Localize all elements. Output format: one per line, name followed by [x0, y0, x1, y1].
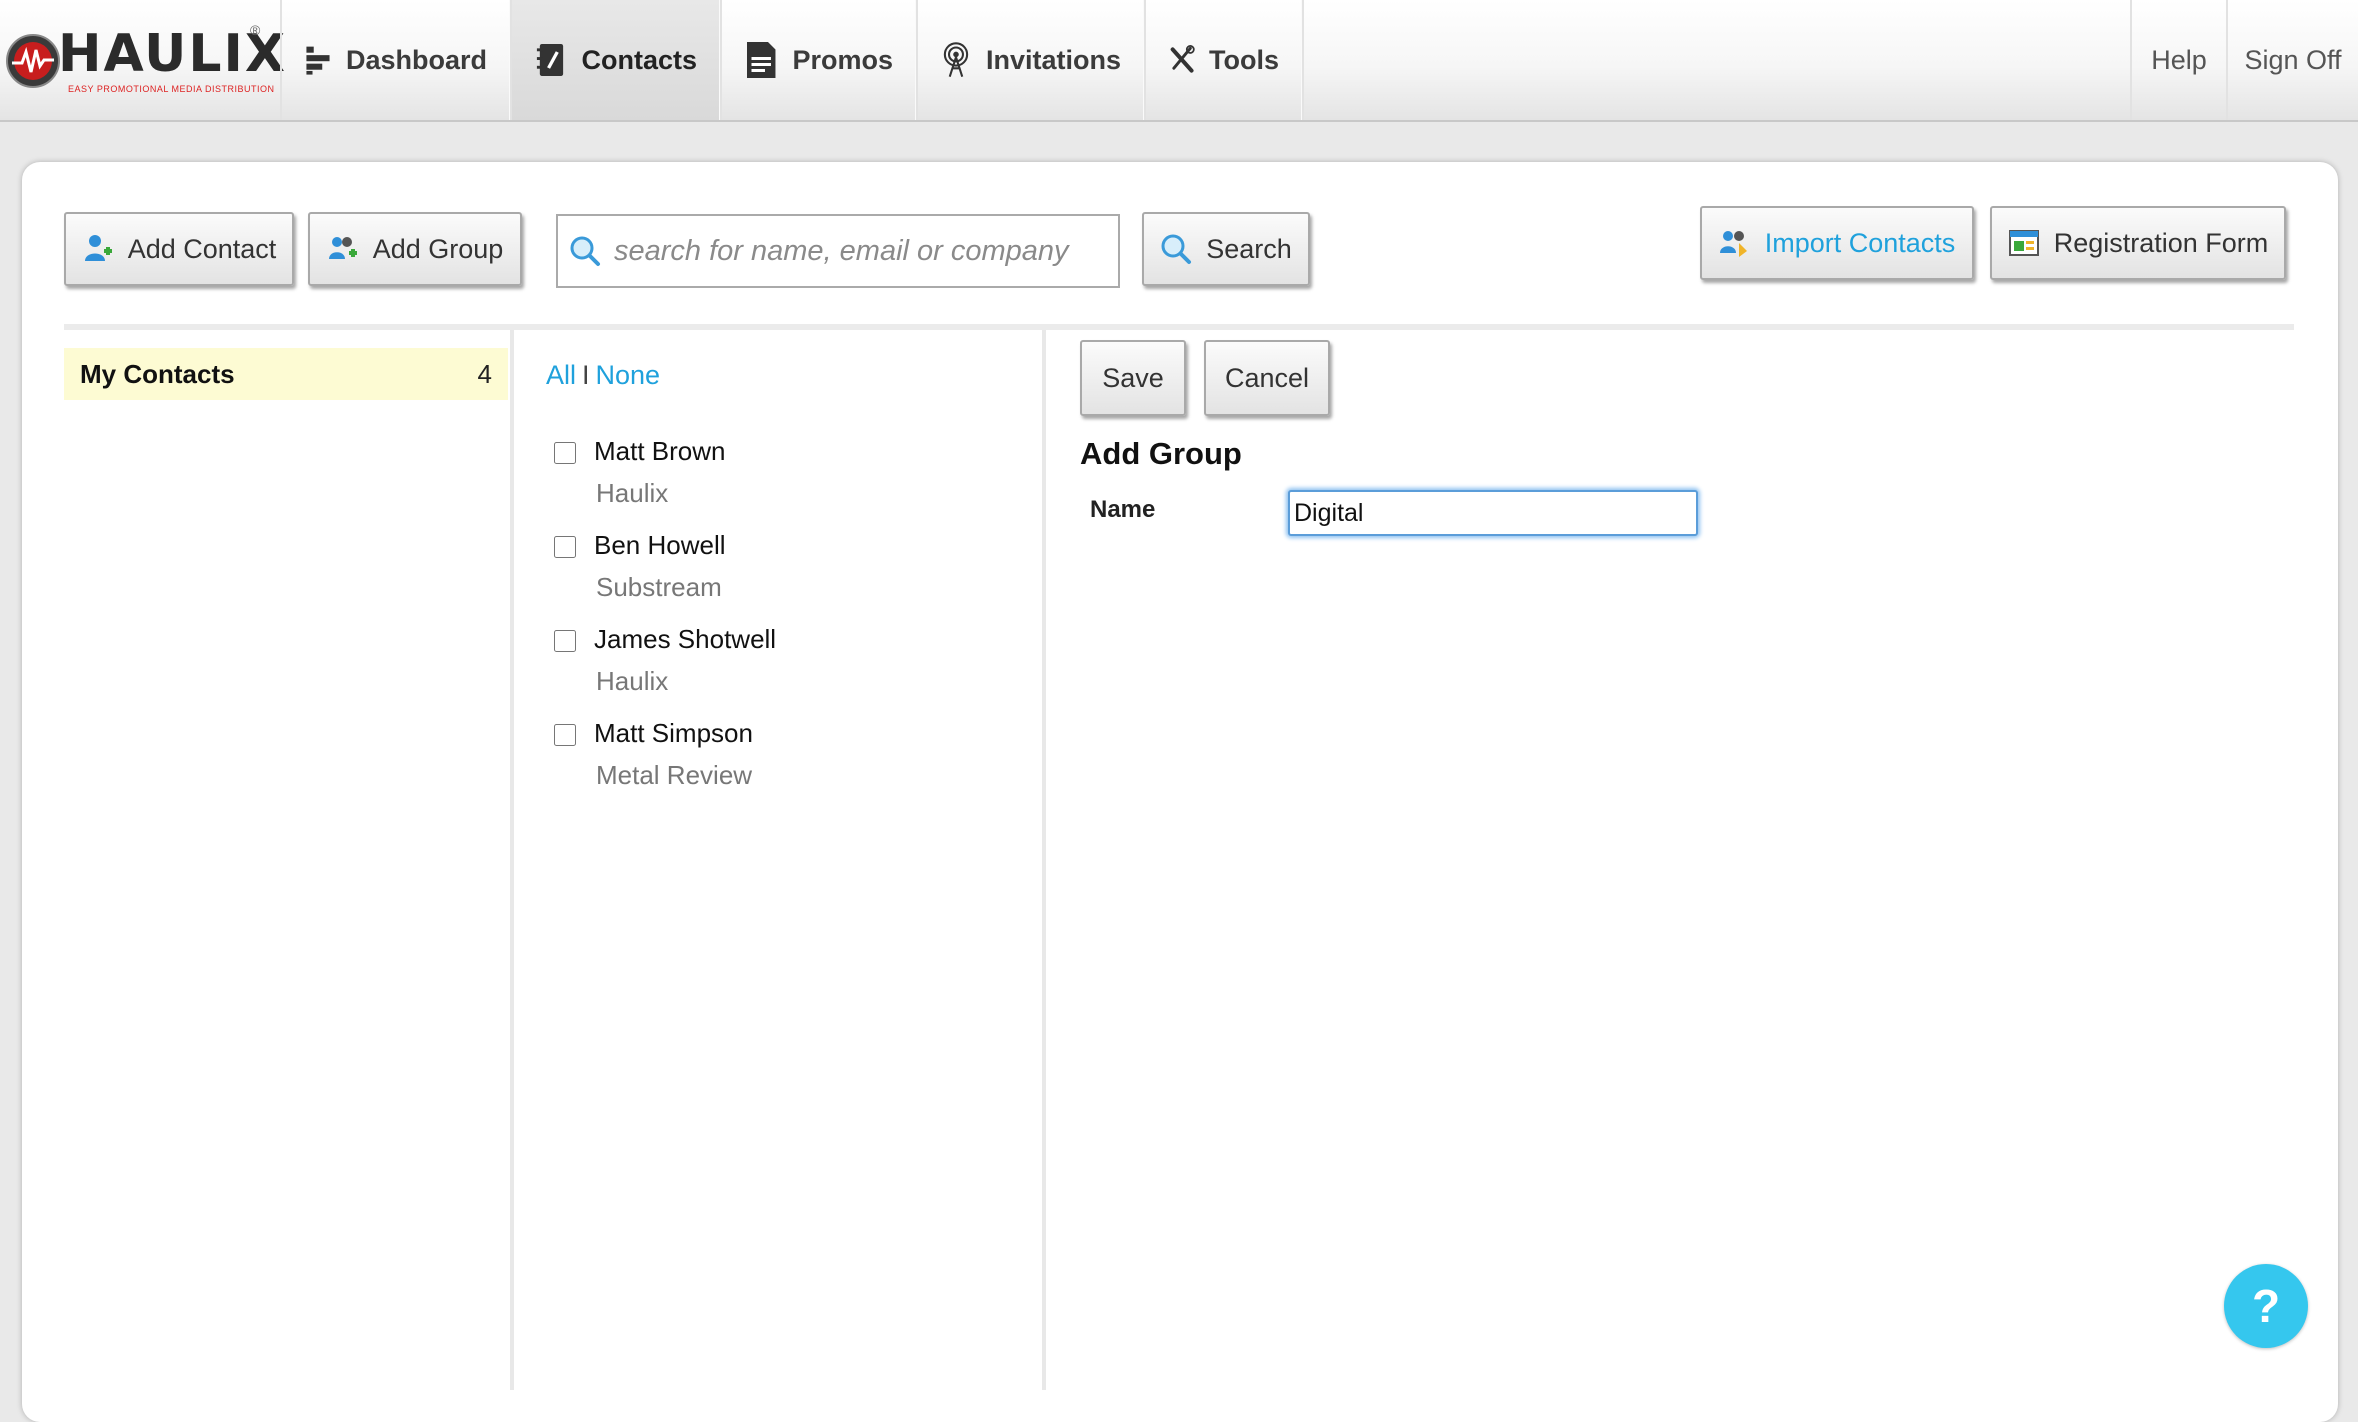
search-button-label: Search: [1206, 233, 1292, 264]
contact-item[interactable]: James Shotwell Haulix: [554, 624, 1014, 714]
sign-off-label: Sign Off: [2244, 44, 2342, 75]
group-count: 4: [477, 358, 492, 389]
add-group-title: Add Group: [1080, 436, 1242, 471]
column-divider-right: [1042, 330, 1046, 1390]
registration-form-button[interactable]: Registration Form: [1990, 206, 2286, 280]
select-all-none: All I None: [546, 360, 660, 391]
toolbar-divider: [64, 324, 2294, 330]
add-group-label: Add Group: [372, 233, 504, 264]
haulix-logo[interactable]: HAULIX ® EASY PROMOTIONAL MEDIA DISTRIBU…: [0, 18, 285, 108]
nav-tools-label: Tools: [1209, 44, 1279, 75]
haulix-logo-emblem-icon: [6, 34, 60, 88]
select-all-link[interactable]: All: [546, 360, 576, 390]
add-contact-icon: [84, 235, 112, 261]
nav-dashboard[interactable]: Dashboard: [280, 0, 510, 120]
add-contact-label: Add Contact: [127, 233, 277, 264]
cancel-button[interactable]: Cancel: [1204, 340, 1330, 416]
contact-name: James Shotwell: [594, 624, 777, 654]
search-button[interactable]: Search: [1142, 212, 1310, 286]
nav-tools[interactable]: Tools: [1144, 0, 1302, 120]
contact-name: Matt Brown: [594, 436, 726, 466]
registration-form-label: Registration Form: [2053, 227, 2269, 258]
add-group-icon: [328, 237, 357, 259]
nav-invitations[interactable]: Invitations: [916, 0, 1144, 120]
contact-checkbox[interactable]: [554, 630, 576, 652]
group-name-label: Name: [1090, 496, 1156, 523]
search-field[interactable]: [556, 214, 1120, 288]
search-input[interactable]: [612, 233, 1116, 269]
import-contacts-button[interactable]: Import Contacts: [1700, 206, 1974, 280]
help-chat-button[interactable]: ?: [2224, 1264, 2308, 1348]
contact-item[interactable]: Matt Simpson Metal Review: [554, 718, 1014, 808]
nav-divider: [1302, 0, 1304, 120]
question-mark-icon: ?: [2251, 1280, 2281, 1332]
contact-item[interactable]: Ben Howell Substream: [554, 530, 1014, 620]
tools-icon: [1170, 45, 1195, 73]
top-navigation-bar: HAULIX ® EASY PROMOTIONAL MEDIA DISTRIBU…: [0, 0, 2358, 122]
save-button[interactable]: Save: [1080, 340, 1186, 416]
select-separator: I: [582, 360, 590, 390]
registered-mark: ®: [250, 22, 261, 38]
contact-checkbox[interactable]: [554, 536, 576, 558]
import-contacts-label: Import Contacts: [1764, 227, 1956, 258]
contacts-icon: [536, 43, 564, 77]
nav-promos-label: Promos: [792, 44, 893, 75]
select-none-link[interactable]: None: [596, 360, 661, 390]
nav-contacts-label: Contacts: [581, 44, 697, 75]
brand-tagline: EASY PROMOTIONAL MEDIA DISTRIBUTION: [68, 84, 275, 94]
dashboard-icon: [306, 46, 330, 75]
add-contact-button[interactable]: Add Contact: [64, 212, 294, 286]
search-icon: [570, 236, 600, 266]
contact-company: Substream: [596, 572, 722, 602]
nav-dashboard-label: Dashboard: [345, 44, 487, 75]
contact-company: Haulix: [596, 478, 669, 508]
help-link[interactable]: Help: [2130, 0, 2226, 120]
column-divider-left: [510, 330, 514, 1390]
group-item-my-contacts[interactable]: My Contacts 4: [64, 348, 508, 400]
help-label: Help: [2151, 44, 2207, 75]
nav-invitations-label: Invitations: [985, 44, 1121, 75]
registration-form-icon: [2008, 230, 2039, 256]
contact-company: Metal Review: [596, 760, 753, 790]
contact-name: Matt Simpson: [594, 718, 753, 748]
nav-contacts[interactable]: Contacts: [510, 0, 720, 120]
nav-promos[interactable]: Promos: [720, 0, 916, 120]
contact-checkbox[interactable]: [554, 724, 576, 746]
save-label: Save: [1102, 362, 1164, 393]
contact-item[interactable]: Matt Brown Haulix: [554, 436, 1014, 526]
group-name-input[interactable]: [1288, 490, 1698, 536]
sign-off-link[interactable]: Sign Off: [2226, 0, 2358, 120]
contact-company: Haulix: [596, 666, 669, 696]
import-contacts-icon: [1719, 231, 1747, 257]
group-name: My Contacts: [80, 358, 235, 389]
contact-checkbox[interactable]: [554, 442, 576, 464]
promos-icon: [746, 42, 776, 78]
search-button-icon: [1161, 234, 1192, 264]
cancel-label: Cancel: [1224, 362, 1310, 393]
add-group-button[interactable]: Add Group: [308, 212, 522, 286]
contact-name: Ben Howell: [594, 530, 726, 560]
invitations-icon: [943, 42, 969, 78]
